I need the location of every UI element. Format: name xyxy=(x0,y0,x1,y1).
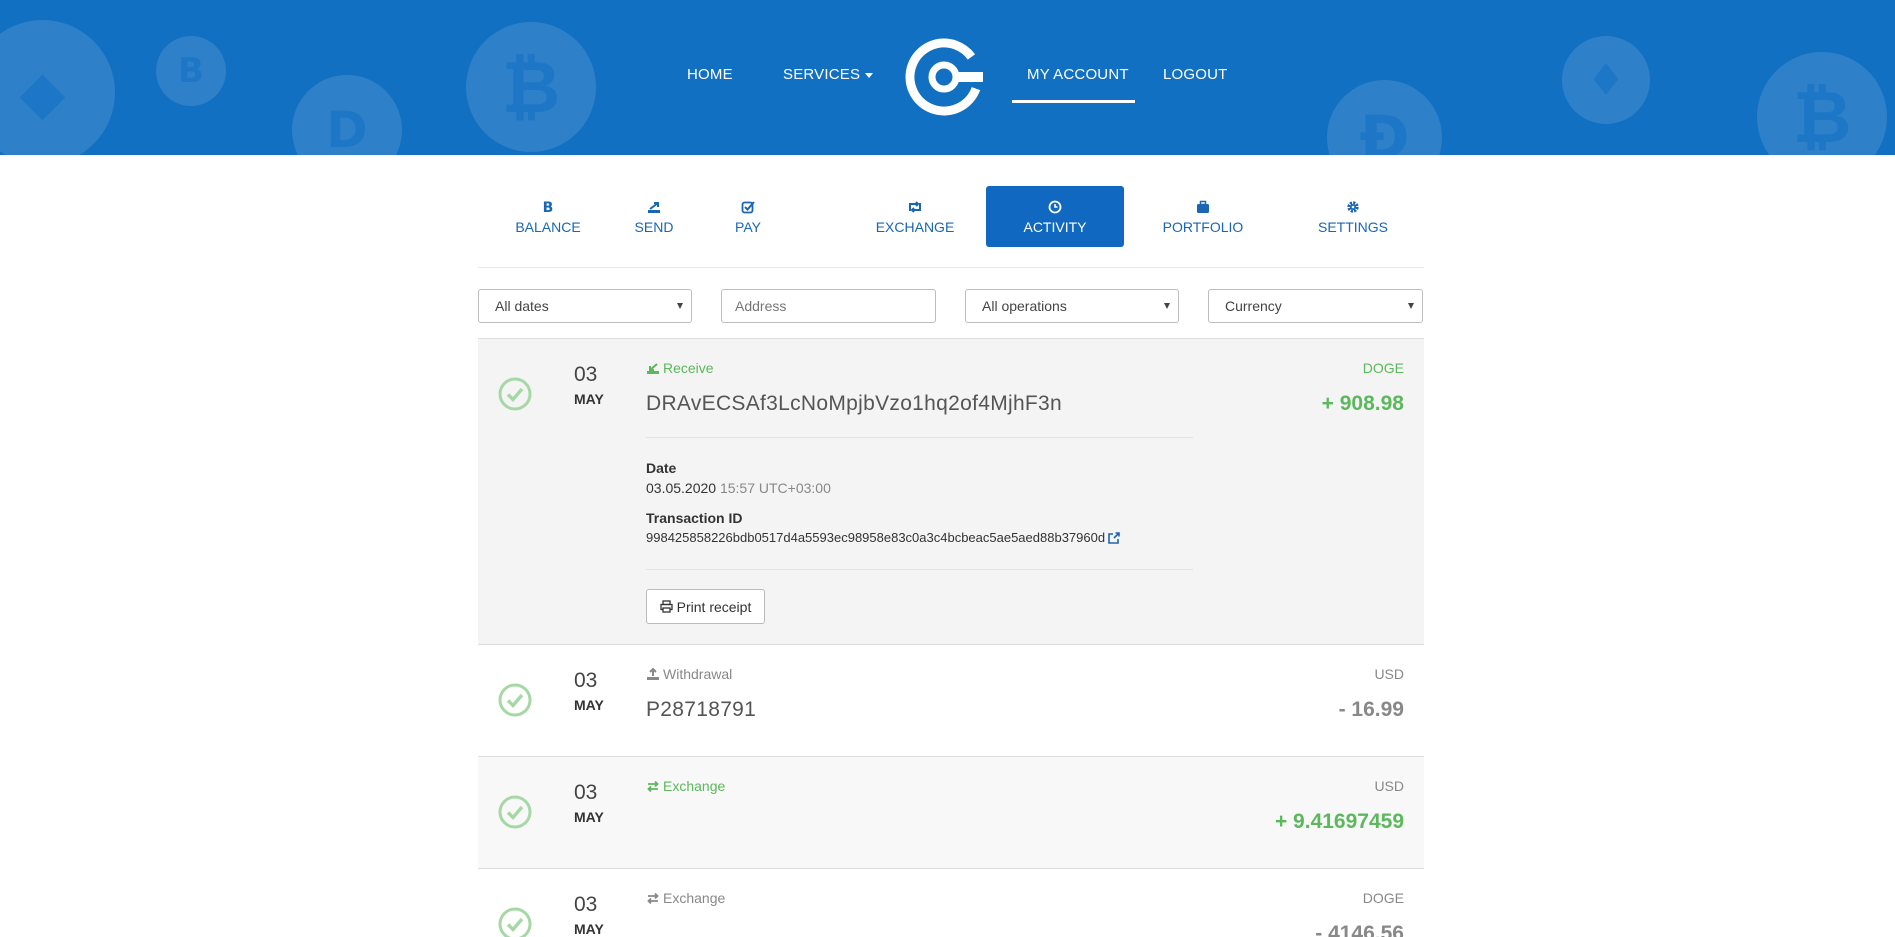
activity-type-label: Receive xyxy=(663,360,714,376)
svg-text:B: B xyxy=(543,200,554,214)
briefcase-icon xyxy=(1195,199,1211,215)
activity-amount: + 908.98 xyxy=(1321,392,1404,415)
tab-balance[interactable]: B BALANCE xyxy=(498,186,598,247)
nav-logout-label: LOGOUT xyxy=(1163,66,1228,83)
exchange-icon xyxy=(647,780,659,793)
activity-row[interactable]: 03 MAY Withdrawal P28718791 USD - 16.99 xyxy=(478,644,1424,756)
activity-type-label: Withdrawal xyxy=(663,666,733,682)
details-divider xyxy=(646,569,1193,570)
print-receipt-button[interactable]: Print receipt xyxy=(646,589,765,624)
activity-day: 03 xyxy=(574,363,598,386)
bitcoin-icon: B xyxy=(540,199,556,215)
activity-type-label: Exchange xyxy=(663,890,726,906)
activity-month: MAY xyxy=(574,921,604,937)
activity-currency: DOGE xyxy=(1362,360,1404,376)
activity-month: MAY xyxy=(574,391,604,407)
activity-address: P28718791 xyxy=(646,698,757,721)
site-header: ◆ B D ₿ Ð ♦ ₿ HOME SERVICES MY ACCOUNT L… xyxy=(0,0,1895,155)
currency-filter-value: Currency xyxy=(1225,298,1282,314)
activity-month: MAY xyxy=(574,697,604,713)
activity-currency: USD xyxy=(1374,778,1404,794)
check-square-icon xyxy=(740,199,756,215)
address-filter-input[interactable] xyxy=(721,289,936,323)
time-value: 15:57 UTC+03:00 xyxy=(719,480,831,496)
nav-home[interactable]: HOME xyxy=(687,66,733,83)
send-icon xyxy=(646,199,662,215)
tab-label: SEND xyxy=(634,218,674,235)
exchange-icon xyxy=(647,892,659,905)
transaction-id-label: Transaction ID xyxy=(646,510,743,526)
tabs-divider xyxy=(478,267,1424,268)
tab-pay[interactable]: PAY xyxy=(723,186,773,247)
tab-portfolio[interactable]: PORTFOLIO xyxy=(1153,186,1253,247)
check-circle-icon xyxy=(498,907,532,937)
check-circle-icon xyxy=(498,683,532,717)
activity-currency: DOGE xyxy=(1362,890,1404,906)
tab-activity[interactable]: ACTIVITY xyxy=(986,186,1124,247)
activity-type: Withdrawal xyxy=(646,666,732,682)
date-value: 03.05.2020 xyxy=(646,480,717,496)
account-tabs: B BALANCE SEND PAY EXCHANGE ACTIVITY POR… xyxy=(478,186,1424,248)
check-circle-icon xyxy=(498,795,532,829)
activity-row[interactable]: 03 MAY Exchange USD + 9.41697459 xyxy=(478,756,1424,868)
activity-row[interactable]: 03 MAY Receive DRAvECSAf3LcNoMpjbVzo1hq2… xyxy=(478,338,1424,644)
activity-currency: USD xyxy=(1374,666,1404,682)
print-receipt-label: Print receipt xyxy=(676,598,752,615)
tab-exchange[interactable]: EXCHANGE xyxy=(865,186,965,247)
activity-amount: + 9.41697459 xyxy=(1274,810,1404,833)
caret-down-icon xyxy=(865,72,874,78)
activity-amount: - 4146.56 xyxy=(1315,922,1404,937)
activity-row[interactable]: 03 MAY Exchange DOGE - 4146.56 xyxy=(478,868,1424,937)
main-navigation: HOME SERVICES MY ACCOUNT LOGOUT xyxy=(0,0,1895,155)
tab-label: EXCHANGE xyxy=(875,218,955,235)
details-divider xyxy=(646,437,1193,438)
check-circle-icon xyxy=(498,377,532,411)
external-link-icon[interactable] xyxy=(1107,531,1121,545)
activity-type: Receive xyxy=(646,360,714,376)
tab-label: PAY xyxy=(735,218,761,235)
activity-day: 03 xyxy=(574,781,598,804)
tab-label: SETTINGS xyxy=(1317,218,1388,235)
operations-filter-value: All operations xyxy=(982,298,1067,314)
nav-active-indicator xyxy=(1012,100,1135,103)
activity-type: Exchange xyxy=(646,778,725,794)
dates-filter-value: All dates xyxy=(495,298,549,314)
select-arrow-icon xyxy=(1164,303,1170,309)
gear-icon xyxy=(1345,199,1361,215)
site-logo[interactable] xyxy=(903,36,985,118)
nav-services[interactable]: SERVICES xyxy=(783,66,874,83)
tab-label: BALANCE xyxy=(515,218,581,235)
nav-home-label: HOME xyxy=(687,66,733,83)
activity-amount: - 16.99 xyxy=(1338,698,1404,721)
nav-services-label: SERVICES xyxy=(783,66,861,83)
nav-my-account[interactable]: MY ACCOUNT xyxy=(1027,66,1129,83)
tab-label: PORTFOLIO xyxy=(1162,218,1244,235)
transaction-date: 03.05.2020 15:57 UTC+03:00 xyxy=(646,480,831,496)
select-arrow-icon xyxy=(1408,303,1414,309)
currency-filter-select[interactable]: Currency xyxy=(1208,289,1423,323)
tab-send[interactable]: SEND xyxy=(624,186,684,247)
transaction-id-value[interactable]: 998425858226bdb0517d4a5593ec98958e83c0a3… xyxy=(646,530,1105,545)
nav-logout[interactable]: LOGOUT xyxy=(1163,66,1228,83)
tab-settings[interactable]: SETTINGS xyxy=(1303,186,1403,247)
transaction-id: 998425858226bdb0517d4a5593ec98958e83c0a3… xyxy=(646,530,1121,545)
clock-icon xyxy=(1047,199,1063,215)
print-icon xyxy=(659,600,673,613)
activity-day: 03 xyxy=(574,893,598,916)
operations-filter-select[interactable]: All operations xyxy=(965,289,1179,323)
dates-filter-select[interactable]: All dates xyxy=(478,289,692,323)
activity-day: 03 xyxy=(574,669,598,692)
nav-my-account-label: MY ACCOUNT xyxy=(1027,66,1129,83)
tab-label: ACTIVITY xyxy=(1023,218,1087,235)
activity-type: Exchange xyxy=(646,890,725,906)
activity-type-label: Exchange xyxy=(663,778,726,794)
activity-month: MAY xyxy=(574,809,604,825)
select-arrow-icon xyxy=(677,303,683,309)
withdrawal-icon xyxy=(647,667,659,680)
retweet-icon xyxy=(907,199,923,215)
receive-icon xyxy=(647,363,659,374)
activity-address: DRAvECSAf3LcNoMpjbVzo1hq2of4MjhF3n xyxy=(646,392,1063,415)
date-label: Date xyxy=(646,460,677,476)
